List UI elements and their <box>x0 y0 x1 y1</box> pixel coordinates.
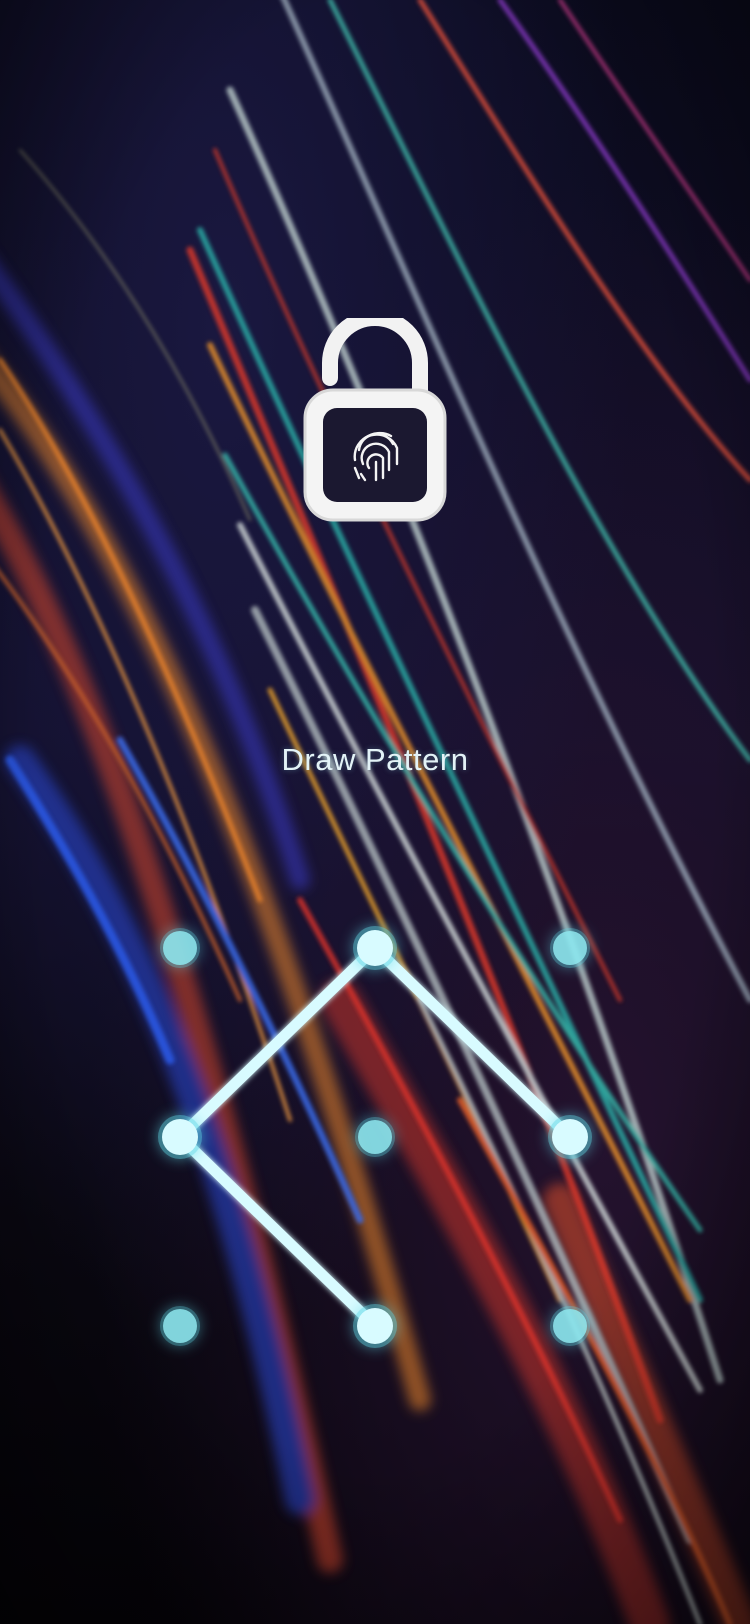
lock-screen: Draw Pattern <box>0 0 750 1624</box>
pattern-grid[interactable] <box>0 0 750 1624</box>
pattern-dot-r1c1[interactable] <box>160 928 200 968</box>
pattern-dot-r2c1[interactable] <box>158 1115 202 1159</box>
pattern-dot-r2c3[interactable] <box>548 1115 592 1159</box>
pattern-dot-r3c2[interactable] <box>353 1304 397 1348</box>
pattern-dot-r1c3[interactable] <box>550 928 590 968</box>
pattern-dot-r2c2[interactable] <box>355 1117 395 1157</box>
pattern-dot-r3c3[interactable] <box>550 1306 590 1346</box>
pattern-dot-r1c2[interactable] <box>353 926 397 970</box>
pattern-dot-r3c1[interactable] <box>160 1306 200 1346</box>
